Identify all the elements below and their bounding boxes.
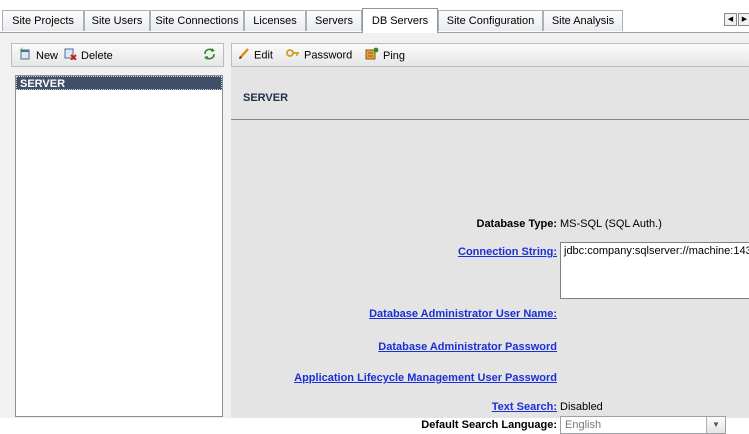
pencil-icon xyxy=(238,47,250,64)
server-list: SERVER xyxy=(15,75,223,417)
db-admin-user-name-link[interactable]: Database Administrator User Name: xyxy=(369,308,557,320)
new-button-label: New xyxy=(36,49,59,62)
ping-button[interactable]: Ping xyxy=(365,47,405,63)
password-button-label: Password xyxy=(304,49,353,62)
delete-server-icon xyxy=(64,47,77,65)
svg-text:+: + xyxy=(19,47,25,54)
tab-bar: Site Projects Site Users Site Connection… xyxy=(0,0,749,33)
tab-site-connections[interactable]: Site Connections xyxy=(150,10,244,31)
edit-button[interactable]: Edit xyxy=(238,47,273,63)
tab-site-analysis[interactable]: Site Analysis xyxy=(543,10,623,31)
arrow-left-icon: ◀ xyxy=(727,16,734,23)
server-details-toolbar: Edit Password Ping xyxy=(231,43,749,67)
key-icon xyxy=(286,47,300,64)
default-search-language-label: Default Search Language: xyxy=(421,419,557,431)
tab-scroll-right-button[interactable]: ▶ xyxy=(738,13,749,26)
new-button[interactable]: + New xyxy=(19,46,59,65)
connection-string-value: jdbc:company:sqlserver://machine:1433 xyxy=(564,245,749,257)
text-search-link[interactable]: Text Search: xyxy=(492,401,557,413)
refresh-icon xyxy=(202,47,217,66)
alm-user-password-link[interactable]: Application Lifecycle Management User Pa… xyxy=(294,372,557,384)
server-details-panel: SERVER Database Type: MS-SQL (SQL Auth.)… xyxy=(231,67,749,434)
connection-string-link[interactable]: Connection String: xyxy=(458,246,557,258)
database-type-value: MS-SQL (SQL Auth.) xyxy=(560,218,662,230)
default-search-language-value: English xyxy=(565,419,602,431)
ping-button-label: Ping xyxy=(383,49,406,62)
ping-server-icon xyxy=(365,47,379,65)
content-area: + New Delete SERVER Edit Password Ping S… xyxy=(0,33,749,434)
db-admin-password-link[interactable]: Database Administrator Password xyxy=(378,341,557,353)
new-server-icon: + xyxy=(19,46,32,65)
server-list-toolbar: + New Delete xyxy=(11,43,224,67)
database-type-label: Database Type: xyxy=(476,218,558,230)
edit-button-label: Edit xyxy=(254,49,273,62)
default-search-language-select[interactable]: English ▼ xyxy=(560,416,726,434)
tab-db-servers[interactable]: DB Servers xyxy=(362,8,438,33)
section-title: SERVER xyxy=(243,92,289,104)
tab-site-configuration[interactable]: Site Configuration xyxy=(438,10,543,31)
tab-scroll-left-button[interactable]: ◀ xyxy=(724,13,737,26)
delete-button[interactable]: Delete xyxy=(64,47,113,63)
connection-string-field[interactable]: jdbc:company:sqlserver://machine:1433 xyxy=(560,242,749,299)
text-search-value: Disabled xyxy=(560,401,603,413)
tab-site-users[interactable]: Site Users xyxy=(84,10,150,31)
tab-servers[interactable]: Servers xyxy=(306,10,362,31)
chevron-down-icon[interactable]: ▼ xyxy=(706,417,725,433)
refresh-button[interactable] xyxy=(202,47,221,63)
tab-site-projects[interactable]: Site Projects xyxy=(2,10,84,31)
tab-licenses[interactable]: Licenses xyxy=(244,10,306,31)
delete-button-label: Delete xyxy=(81,49,113,62)
section-divider xyxy=(231,119,749,120)
arrow-right-icon: ▶ xyxy=(741,16,748,23)
list-item[interactable]: SERVER xyxy=(16,76,222,90)
password-button[interactable]: Password xyxy=(286,47,352,63)
